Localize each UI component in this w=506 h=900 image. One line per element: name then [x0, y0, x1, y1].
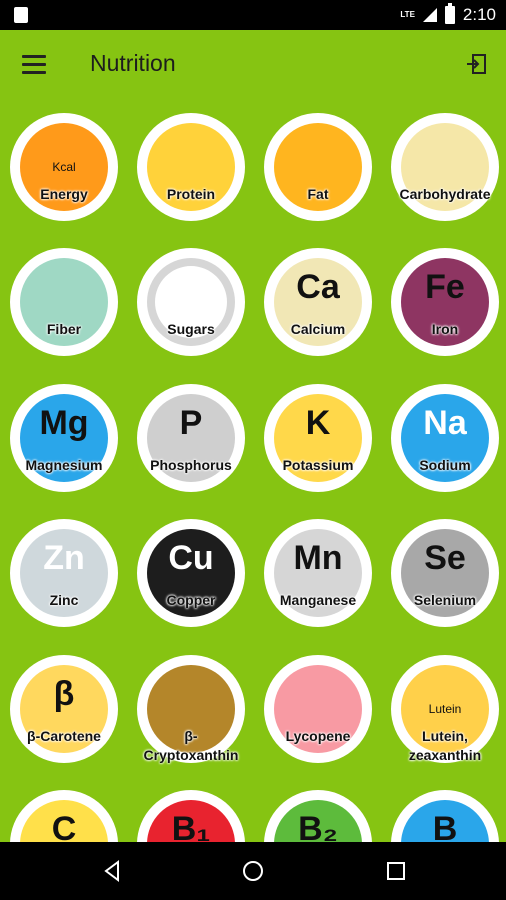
nutrient-symbol: Mg [39, 404, 89, 442]
nutrient-label: Potassium [282, 457, 354, 473]
nutrient-label: Fat [307, 186, 329, 202]
notification-icon [14, 7, 28, 23]
nutrient-label: Sugars [167, 321, 215, 337]
nutrient-label: Phosphorus [150, 457, 232, 473]
nutrient-label: Zinc [49, 592, 79, 608]
nutrient-tile[interactable]: Carbohydrate [391, 113, 499, 221]
nutrient-symbol: Kcal [52, 160, 76, 174]
nutrient-label: Calcium [290, 321, 346, 337]
recents-icon[interactable] [384, 859, 408, 883]
nutrient-label: Sodium [419, 457, 471, 473]
nutrient-symbol: P [179, 404, 203, 442]
menu-icon[interactable] [22, 55, 46, 74]
nutrient-tile[interactable]: Zn Zinc [10, 519, 118, 627]
nutrient-label: Selenium [413, 592, 477, 608]
nutrient-tile[interactable]: Sugars [137, 248, 245, 356]
home-icon[interactable] [241, 859, 265, 883]
nutrient-tile[interactable]: Mg Magnesium [10, 384, 118, 492]
nutrient-symbol: B₁ [171, 810, 211, 842]
nutrient-label: Magnesium [25, 457, 103, 473]
nutrient-tile[interactable]: Lycopene [264, 655, 372, 763]
nutrient-label: Energy [40, 186, 88, 202]
nutrient-label: Protein [166, 186, 216, 202]
nutrient-tile[interactable]: Cu Copper [137, 519, 245, 627]
app-bar: Nutrition [0, 30, 506, 100]
nutrient-tile[interactable]: Kcal Energy [10, 113, 118, 221]
clock: 2:10 [462, 5, 496, 24]
nutrient-symbol: K [305, 404, 331, 442]
nutrient-label: Lutein, zeaxanthin [408, 728, 482, 763]
nutrient-tile[interactable]: K Potassium [264, 384, 372, 492]
nutrient-symbol: B₂ [298, 810, 338, 842]
nutrient-tile[interactable]: Fat [264, 113, 372, 221]
nutrient-label: Lycopene [285, 728, 351, 744]
nutrient-label: Copper [166, 592, 216, 608]
nutrient-symbol: Na [423, 404, 467, 442]
nutrient-symbol: B [432, 810, 458, 842]
nutrient-tile[interactable]: Fe Iron [391, 248, 499, 356]
nutrient-label: β-Carotene [27, 728, 101, 744]
nutrient-tile[interactable]: B₁ [137, 790, 245, 842]
nutrient-symbol: C [51, 810, 77, 842]
nutrient-tile[interactable]: Ca Calcium [264, 248, 372, 356]
nutrient-symbol: Mn [293, 539, 343, 577]
nutrient-tile[interactable]: B [391, 790, 499, 842]
nutrient-symbol: Lutein [428, 702, 462, 716]
nutrient-symbol: Cu [168, 539, 214, 577]
page-title: Nutrition [90, 50, 176, 76]
nutrient-symbol: Se [424, 539, 466, 577]
nutrient-tile[interactable]: β β-Carotene [10, 655, 118, 763]
nutrient-grid: Kcal Energy Protein Fat Carbohydrate Fiber Sug… [0, 100, 506, 842]
nutrient-label: Carbohydrate [399, 186, 491, 202]
nutrient-tile[interactable]: Na Sodium [391, 384, 499, 492]
nutrient-tile[interactable]: β-Cryptoxanthin [137, 655, 245, 763]
network-type: LTE [400, 10, 415, 19]
nutrient-label: Iron [431, 321, 459, 337]
nutrient-tile[interactable]: C [10, 790, 118, 842]
nutrient-tile[interactable]: P Phosphorus [137, 384, 245, 492]
nutrient-symbol: Fe [425, 268, 465, 306]
battery-icon [444, 3, 455, 24]
navigation-bar [0, 842, 506, 900]
exit-icon[interactable] [464, 52, 488, 76]
nutrient-tile[interactable]: Lutein Lutein, zeaxanthin [391, 655, 499, 763]
nutrient-tile[interactable]: Mn Manganese [264, 519, 372, 627]
nutrient-tile[interactable]: Fiber [10, 248, 118, 356]
signal-icon [422, 8, 437, 22]
nutrient-symbol: β [53, 675, 75, 713]
nutrient-label: β-Cryptoxanthin [143, 728, 239, 763]
status-bar: LTE 2:10 [0, 0, 506, 30]
back-icon[interactable] [100, 859, 124, 883]
nutrient-label: Fiber [46, 321, 82, 337]
nutrient-tile[interactable]: Se Selenium [391, 519, 499, 627]
nutrient-symbol: Zn [43, 539, 85, 577]
nutrient-label: Manganese [279, 592, 357, 608]
nutrient-symbol: Ca [296, 268, 340, 306]
nutrient-tile[interactable]: B₂ [264, 790, 372, 842]
nutrient-tile[interactable]: Protein [137, 113, 245, 221]
